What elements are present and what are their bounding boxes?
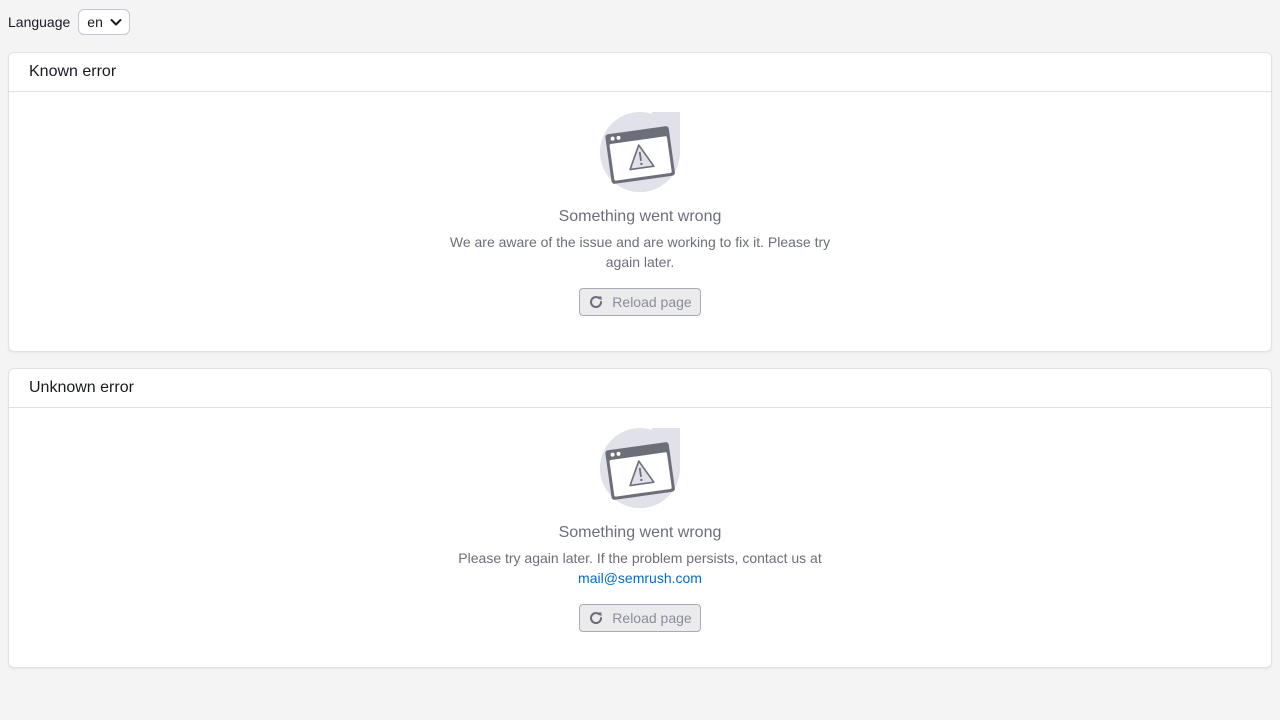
language-bar: Language en: [8, 8, 130, 36]
reload-page-button[interactable]: Reload page: [579, 288, 701, 316]
error-title: Something went wrong: [558, 208, 722, 225]
known-error-card: Known error Something went wrong We are …: [8, 52, 1272, 352]
error-description: Please try again later. If the problem p…: [440, 548, 840, 588]
language-select[interactable]: en: [78, 9, 130, 35]
error-window-icon: [600, 112, 680, 192]
card-body: Something went wrong Please try again la…: [9, 408, 1271, 632]
language-select-value: en: [87, 14, 103, 30]
error-window-icon: [600, 428, 680, 508]
support-email-link[interactable]: mail@semrush.com: [578, 570, 702, 586]
reload-icon: [590, 612, 603, 624]
card-title: Unknown error: [29, 379, 134, 396]
unknown-error-card: Unknown error Something went wrong Pleas…: [8, 368, 1272, 668]
error-description: We are aware of the issue and are workin…: [449, 234, 831, 270]
error-title: Something went wrong: [558, 524, 722, 541]
error-description-text: Please try again later. If the problem p…: [458, 550, 822, 566]
card-header: Known error: [9, 53, 1271, 92]
chevron-down-icon: [110, 19, 122, 26]
language-label: Language: [8, 14, 71, 30]
reload-icon: [590, 296, 603, 308]
card-body: Something went wrong We are aware of the…: [9, 92, 1271, 316]
reload-button-label: Reload page: [612, 610, 692, 626]
reload-button-label: Reload page: [612, 294, 692, 310]
card-header: Unknown error: [9, 369, 1271, 408]
reload-page-button[interactable]: Reload page: [579, 604, 701, 632]
card-title: Known error: [29, 63, 117, 80]
